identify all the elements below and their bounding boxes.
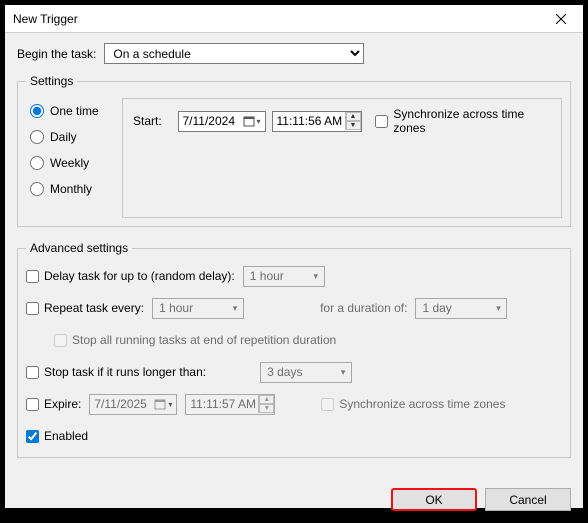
chevron-down-icon: ▾	[227, 303, 243, 314]
chevron-down-icon: ▾	[308, 271, 324, 282]
start-time-picker[interactable]: 11:11:56 AM ▲ ▼	[272, 111, 362, 132]
spin-up-icon[interactable]: ▲	[346, 112, 361, 121]
freq-weekly-label: Weekly	[50, 156, 89, 170]
repeat-label: Repeat task every:	[44, 301, 144, 315]
sync-tz2-input	[321, 398, 334, 411]
settings-group: Settings One time Daily Weekly	[17, 74, 571, 227]
stop-running-checkbox: Stop all running tasks at end of repetit…	[54, 333, 336, 347]
freq-daily[interactable]: Daily	[30, 130, 122, 144]
delay-value: 1 hour	[250, 269, 308, 283]
freq-daily-radio[interactable]	[30, 130, 44, 144]
start-panel: Start: 7/11/2024 ▾ 11:11:56 AM	[122, 98, 562, 218]
spin-down-icon[interactable]: ▼	[346, 121, 361, 130]
dialog-footer: OK Cancel	[5, 480, 583, 523]
sync-tz-input[interactable]	[375, 115, 388, 128]
chevron-down-icon: ▾	[490, 303, 506, 314]
advanced-legend: Advanced settings	[26, 241, 132, 255]
repeat-value: 1 hour	[159, 301, 227, 315]
repeat-checkbox[interactable]: Repeat task every:	[26, 301, 144, 315]
stop-longer-input[interactable]	[26, 366, 39, 379]
ok-button[interactable]: OK	[391, 488, 477, 511]
stop-longer-checkbox[interactable]: Stop task if it runs longer than:	[26, 365, 206, 379]
freq-monthly-radio[interactable]	[30, 182, 44, 196]
sync-tz-label: Synchronize across time zones	[393, 107, 551, 135]
calendar-icon[interactable]: ▾	[152, 398, 174, 410]
advanced-group: Advanced settings Delay task for up to (…	[17, 241, 571, 458]
begin-task-select[interactable]: On a schedule	[104, 43, 364, 64]
freq-daily-label: Daily	[50, 130, 77, 144]
start-label: Start:	[133, 114, 162, 128]
delay-checkbox[interactable]: Delay task for up to (random delay):	[26, 269, 235, 283]
calendar-icon[interactable]: ▾	[241, 115, 263, 127]
spin-up-icon[interactable]: ▲	[259, 395, 274, 404]
delay-label: Delay task for up to (random delay):	[44, 269, 235, 283]
begin-task-label: Begin the task:	[17, 47, 96, 61]
expire-date-picker[interactable]: 7/11/2025 ▾	[89, 394, 177, 415]
freq-weekly-radio[interactable]	[30, 156, 44, 170]
expire-time-picker[interactable]: 11:11:57 AM ▲ ▼	[185, 394, 275, 415]
freq-monthly[interactable]: Monthly	[30, 182, 122, 196]
repeat-input[interactable]	[26, 302, 39, 315]
close-button[interactable]	[538, 5, 583, 33]
expire-time-value: 11:11:57 AM	[190, 397, 258, 411]
enabled-checkbox[interactable]: Enabled	[26, 429, 88, 443]
freq-one-time[interactable]: One time	[30, 104, 122, 118]
stop-longer-label: Stop task if it runs longer than:	[44, 365, 206, 379]
close-icon	[556, 14, 566, 24]
frequency-column: One time Daily Weekly Monthly	[26, 98, 122, 218]
delay-input[interactable]	[26, 270, 39, 283]
freq-weekly[interactable]: Weekly	[30, 156, 122, 170]
stop-running-input	[54, 334, 67, 347]
enabled-label: Enabled	[44, 429, 88, 443]
chevron-down-icon: ▾	[335, 367, 351, 378]
sync-tz2-checkbox: Synchronize across time zones	[321, 397, 505, 411]
settings-legend: Settings	[26, 74, 77, 88]
enabled-input[interactable]	[26, 430, 39, 443]
start-date-value: 7/11/2024	[183, 114, 241, 128]
duration-label: for a duration of:	[320, 301, 407, 315]
duration-value: 1 day	[422, 301, 490, 315]
stop-running-label: Stop all running tasks at end of repetit…	[72, 333, 336, 347]
delay-combo[interactable]: 1 hour ▾	[243, 266, 325, 287]
dialog-body: Begin the task: On a schedule Settings O…	[5, 33, 583, 480]
freq-monthly-label: Monthly	[50, 182, 92, 196]
freq-one-time-radio[interactable]	[30, 104, 44, 118]
duration-combo[interactable]: 1 day ▾	[415, 298, 507, 319]
stop-longer-value: 3 days	[267, 365, 335, 379]
window-title: New Trigger	[13, 12, 538, 26]
expire-label: Expire:	[44, 397, 81, 411]
start-date-picker[interactable]: 7/11/2024 ▾	[178, 111, 266, 132]
sync-tz-checkbox[interactable]: Synchronize across time zones	[375, 107, 551, 135]
dialog-window: New Trigger Begin the task: On a schedul…	[4, 4, 584, 509]
spin-down-icon[interactable]: ▼	[259, 404, 274, 413]
expire-checkbox[interactable]: Expire:	[26, 397, 81, 411]
repeat-combo[interactable]: 1 hour ▾	[152, 298, 244, 319]
begin-task-row: Begin the task: On a schedule	[17, 43, 571, 64]
expire-input[interactable]	[26, 398, 39, 411]
start-time-value: 11:11:56 AM	[277, 114, 345, 128]
stop-longer-combo[interactable]: 3 days ▾	[260, 362, 352, 383]
expire-date-value: 7/11/2025	[94, 397, 152, 411]
cancel-button[interactable]: Cancel	[485, 488, 571, 511]
freq-one-time-label: One time	[50, 104, 99, 118]
title-bar: New Trigger	[5, 5, 583, 33]
sync-tz2-label: Synchronize across time zones	[339, 397, 505, 411]
